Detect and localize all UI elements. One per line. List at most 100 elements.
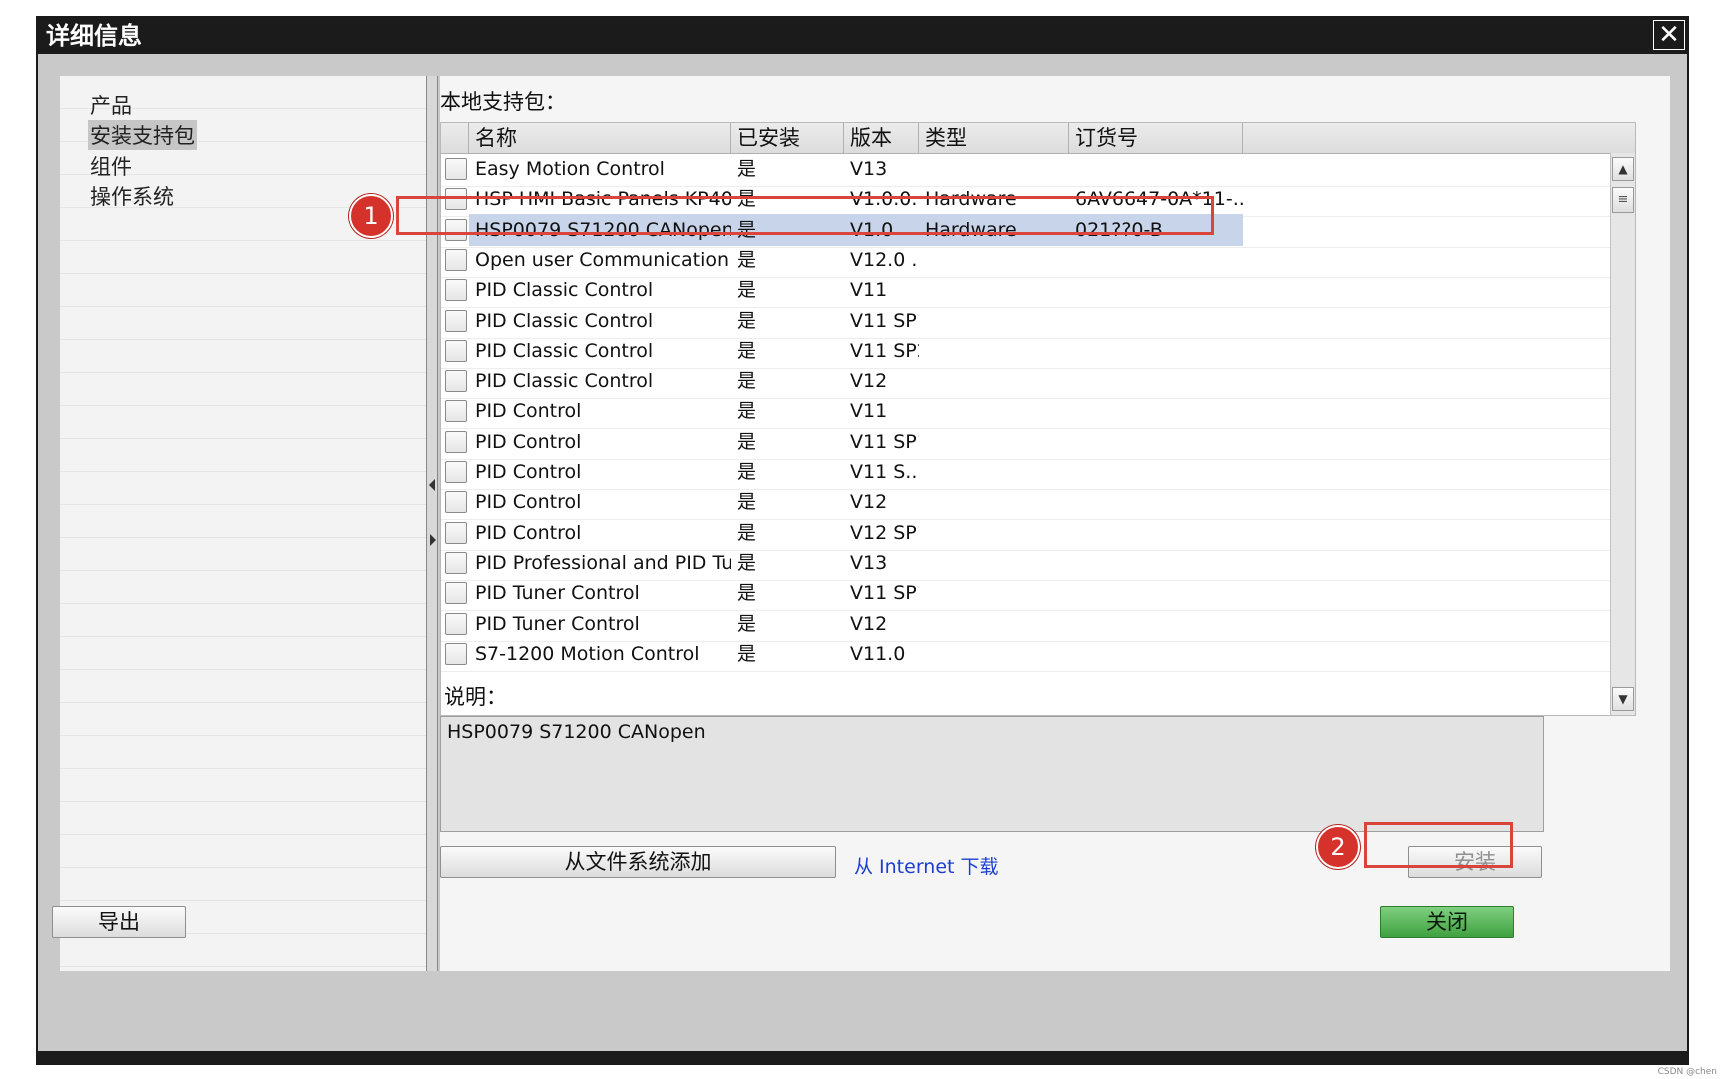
table-row[interactable]: PID Control 是 V12 (441, 486, 1611, 521)
cell-order-number (1069, 274, 1243, 306)
cell-version: V12 SP1 (850, 521, 919, 544)
annotation-highlight-row (396, 196, 1214, 235)
download-from-internet-link[interactable]: 从 Internet 下载 (854, 852, 999, 879)
cell-type (919, 426, 1069, 458)
cell-installed: 是 (737, 430, 757, 453)
description-box: HSP0079 S71200 CANopen (440, 716, 1544, 832)
row-checkbox[interactable] (445, 339, 467, 362)
scroll-thumb[interactable]: ≡ (1612, 187, 1634, 213)
table-row[interactable]: PID Classic Control 是 V12 (441, 365, 1611, 400)
scroll-down-icon[interactable]: ▼ (1612, 687, 1634, 711)
table-row[interactable]: PID Control 是 V11 SP1 (441, 426, 1611, 460)
table-row[interactable]: PID Tuner Control 是 V12 (441, 608, 1611, 642)
dialog-titlebar: 详细信息 ✕ (38, 18, 1687, 54)
table-row[interactable]: PID Control 是 V12 SP1 (441, 517, 1611, 551)
row-checkbox[interactable] (445, 279, 467, 302)
cell-installed: 是 (737, 642, 757, 665)
cell-version: V11 SP1 (850, 582, 919, 605)
cell-order-number (1069, 486, 1243, 518)
row-checkbox[interactable] (445, 461, 467, 483)
header-type[interactable]: 类型 (919, 123, 1069, 153)
table-row[interactable]: PID Classic Control 是 V11 (441, 274, 1611, 309)
row-checkbox[interactable] (445, 248, 467, 271)
header-version[interactable]: 版本 (844, 123, 919, 153)
cell-installed: 是 (737, 279, 757, 302)
row-checkbox[interactable] (445, 430, 467, 453)
annotation-highlight-install (1364, 822, 1513, 868)
row-checkbox[interactable] (445, 400, 467, 423)
row-checkbox[interactable] (445, 491, 467, 514)
local-packages-label: 本地支持包： (440, 90, 566, 114)
close-button[interactable]: 关闭 (1380, 906, 1514, 938)
collapse-left-icon[interactable] (429, 479, 435, 491)
cell-name: PID Professional and PID Tuner... (475, 551, 731, 574)
nav-item-components[interactable]: 组件 (88, 151, 134, 181)
details-dialog: 详细信息 ✕ 产品 安装支持包 组件 操作系统 本地支持包： 名称 已安装 版本… (36, 16, 1689, 1065)
header-order-number[interactable]: 订货号 (1069, 123, 1243, 153)
cell-version: V11 (850, 279, 888, 302)
cell-version: V11 SP1 (850, 430, 919, 453)
cell-type (919, 335, 1069, 367)
cell-type (919, 305, 1069, 337)
table-row[interactable]: PID Control 是 V11 (441, 395, 1611, 430)
annotation-badge-1: 1 (349, 194, 393, 238)
cell-order-number (1069, 577, 1243, 609)
scroll-up-icon[interactable]: ▲ (1612, 157, 1634, 181)
add-from-filesystem-button[interactable]: 从文件系统添加 (440, 846, 836, 878)
cell-name: Open user Communication wi... (475, 248, 731, 271)
table-row[interactable]: PID Classic Control 是 V11 SP1 (441, 305, 1611, 339)
cell-name: PID Tuner Control (475, 582, 640, 605)
cell-type (919, 244, 1069, 276)
cell-name: PID Control (475, 461, 582, 483)
cell-name: PID Control (475, 521, 582, 544)
cell-version: V11 S... (850, 461, 919, 483)
cell-installed: 是 (737, 491, 757, 514)
table-row[interactable]: Easy Motion Control 是 V13 (441, 153, 1611, 187)
cell-type (919, 365, 1069, 397)
table-row[interactable]: PID Professional and PID Tuner... 是 V13 (441, 547, 1611, 581)
annotation-badge-2: 2 (1316, 825, 1360, 869)
dialog-title: 详细信息 (46, 22, 142, 50)
row-checkbox[interactable] (445, 642, 467, 665)
cell-type (919, 153, 1069, 185)
cell-order-number (1069, 517, 1243, 549)
row-checkbox[interactable] (445, 612, 467, 635)
cell-name: PID Tuner Control (475, 612, 640, 635)
expand-right-icon[interactable] (430, 534, 436, 546)
watermark: CSDN @chen (1657, 1067, 1717, 1077)
export-button[interactable]: 导出 (52, 906, 186, 938)
cell-installed: 是 (737, 461, 757, 483)
dialog-bottom-bar (38, 1051, 1687, 1063)
table-row[interactable]: S7-1200 Motion Control 是 V11.0 (441, 638, 1611, 672)
header-checkbox-col (441, 123, 469, 153)
nav-item-products[interactable]: 产品 (88, 90, 134, 120)
vertical-scrollbar[interactable]: ▲ ≡ ▼ (1610, 153, 1635, 715)
cell-type (919, 608, 1069, 640)
cell-order-number (1069, 608, 1243, 640)
row-checkbox[interactable] (445, 309, 467, 332)
cell-version: V12 (850, 612, 888, 635)
row-checkbox[interactable] (445, 551, 467, 574)
row-checkbox[interactable] (445, 158, 467, 180)
cell-installed: 是 (737, 582, 757, 605)
header-name[interactable]: 名称 (469, 123, 731, 153)
cell-name: PID Classic Control (475, 309, 654, 332)
header-installed[interactable]: 已安装 (731, 123, 844, 153)
table-row[interactable]: PID Classic Control 是 V11 SP2 (441, 335, 1611, 369)
nav-item-operating-system[interactable]: 操作系统 (88, 181, 176, 211)
table-row[interactable]: PID Tuner Control 是 V11 SP1 (441, 577, 1611, 612)
row-checkbox[interactable] (445, 521, 467, 544)
table-row[interactable]: PID Control 是 V11 S... (441, 456, 1611, 490)
cell-installed: 是 (737, 248, 757, 271)
cell-installed: 是 (737, 521, 757, 544)
row-checkbox[interactable] (445, 582, 467, 605)
close-icon[interactable]: ✕ (1653, 20, 1685, 50)
row-checkbox[interactable] (445, 370, 467, 393)
nav-item-install-support-packages[interactable]: 安装支持包 (88, 120, 197, 150)
table-row[interactable]: Open user Communication wi... 是 V12.0 ... (441, 244, 1611, 278)
cell-version: V11 (850, 400, 888, 423)
cell-version: V12 (850, 491, 888, 514)
cell-type (919, 517, 1069, 549)
cell-type (919, 274, 1069, 306)
cell-installed: 是 (737, 551, 757, 574)
